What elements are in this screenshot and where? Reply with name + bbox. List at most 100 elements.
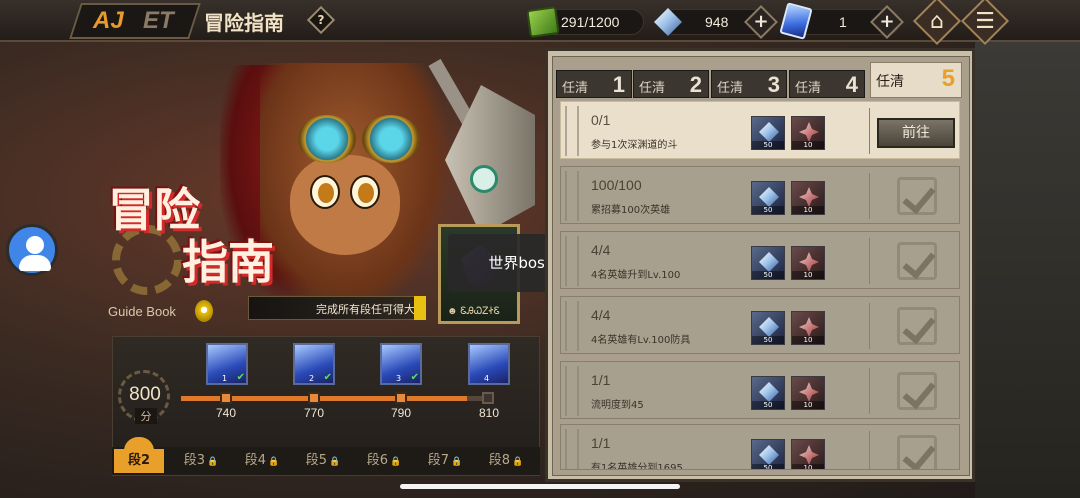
stage-tab[interactable]: 段2: [114, 449, 164, 473]
back-logo-part1: AJ: [93, 7, 124, 34]
quest-tab-label: 任清: [639, 81, 666, 96]
reward-qty: 50: [752, 336, 784, 344]
quest-row: 4/4 4名英雄升到Lv.100 50 10: [560, 231, 960, 289]
quest-description: 流明度到45: [591, 400, 644, 411]
quest-row: 1/1 流明度到45 50 10: [560, 361, 960, 419]
crystal-reward-icon[interactable]: 50: [751, 181, 785, 215]
stage-tab[interactable]: 段8 🔒: [481, 449, 531, 473]
row-decoration: [565, 171, 579, 221]
quest-tab-5[interactable]: 任清 5: [870, 62, 962, 98]
gear-reward-icon[interactable]: 10: [791, 181, 825, 215]
page-title: 冒险指南: [204, 11, 284, 35]
milestone-node: [308, 392, 320, 404]
milestone-reward-card[interactable]: 3 ✔: [380, 343, 422, 385]
back-button[interactable]: AJ ET: [69, 3, 201, 39]
lock-icon: 🔒: [451, 457, 463, 467]
crystal-reward-icon[interactable]: 50: [751, 439, 785, 469]
axe-emblem-icon: [470, 165, 498, 193]
quest-tab-3[interactable]: 任清 3: [711, 70, 787, 98]
score-value: 800: [129, 384, 161, 405]
milestone-reward-card[interactable]: 4: [468, 343, 510, 385]
stage-tab-label: 段6: [366, 453, 389, 468]
stage-tab-label: 段8: [488, 453, 511, 468]
claimed-check-icon: ✔: [323, 372, 332, 383]
gear-reward-icon[interactable]: 10: [791, 439, 825, 469]
quest-description: 累招募100次英雄: [591, 205, 671, 216]
milestone-reward-card[interactable]: 1 ✔: [206, 343, 248, 385]
stamina-value: 291/1200: [561, 14, 620, 30]
home-indicator[interactable]: [400, 484, 680, 489]
milestone-label: 810: [478, 406, 500, 420]
quest-tab-number: 3: [767, 72, 780, 97]
score-unit: 分: [135, 408, 157, 424]
completed-check-icon: [897, 307, 937, 345]
quest-progress: 4/4: [591, 307, 611, 323]
go-button[interactable]: 前往: [877, 118, 955, 148]
gear-reward-icon[interactable]: 10: [791, 116, 825, 150]
stage-tab[interactable]: 段6 🔒: [359, 449, 409, 473]
quest-tab-number: 5: [941, 65, 955, 92]
stage-tab[interactable]: 段4 🔒: [237, 449, 287, 473]
reward-qty: 50: [752, 401, 784, 409]
quest-row: 1/1 有1名英雄分到1695 50 10: [560, 424, 960, 470]
plus-icon: +: [753, 11, 769, 32]
milestone-reward-card[interactable]: 2 ✔: [293, 343, 335, 385]
crystal-reward-icon[interactable]: 50: [751, 311, 785, 345]
quest-description: 参与1次深渊道的斗: [591, 140, 678, 151]
quest-row: 4/4 4名英雄有Lv.100防具 50 10: [560, 296, 960, 354]
quest-description: 4名英雄有Lv.100防具: [591, 335, 691, 346]
reward-qty: 10: [792, 271, 824, 279]
logo-line-2: 指南: [182, 235, 274, 289]
user-avatar-icon[interactable]: [6, 224, 58, 276]
completed-check-icon: [897, 435, 937, 469]
quest-progress: 0/1: [591, 112, 611, 128]
back-logo-part2: ET: [143, 7, 174, 34]
row-decoration: [565, 301, 579, 351]
reward-qty: 10: [792, 336, 824, 344]
milestone-node: [395, 392, 407, 404]
row-divider: [869, 173, 870, 219]
goggle-right: [362, 115, 420, 163]
card-tag: 2: [309, 374, 315, 383]
gear-reward-icon[interactable]: 10: [791, 246, 825, 280]
milestone-node: [220, 392, 232, 404]
quest-tab-1[interactable]: 任清 1: [556, 70, 632, 98]
goggle-left: [298, 115, 356, 163]
stage-tab[interactable]: 段5 🔒: [298, 449, 348, 473]
quest-tab-2[interactable]: 任清 2: [633, 70, 709, 98]
stage-tab-label: 段5: [305, 453, 328, 468]
stage-tab[interactable]: 段3 🔒: [176, 449, 226, 473]
reward-qty: 10: [792, 141, 824, 149]
quest-progress: 1/1: [591, 372, 611, 388]
crystal-reward-icon[interactable]: 50: [751, 116, 785, 150]
card-tag: 1: [222, 374, 228, 383]
completed-check-icon: [897, 372, 937, 410]
reward-qty: 50: [752, 271, 784, 279]
stamina-cube-icon: [526, 6, 560, 38]
stage-tab[interactable]: 段7 🔒: [420, 449, 470, 473]
quest-description: 4名英雄升到Lv.100: [591, 270, 681, 281]
lock-icon: 🔒: [329, 457, 341, 467]
lock-icon: 🔒: [207, 457, 219, 467]
quest-progress: 4/4: [591, 242, 611, 258]
quest-tab-number: 2: [689, 72, 702, 97]
grand-reward-hint: 完成所有段任可得大: [248, 296, 426, 320]
crystal-reward-icon[interactable]: 50: [751, 376, 785, 410]
row-divider: [869, 303, 870, 349]
card-tag: 4: [484, 374, 490, 383]
quest-tab-4[interactable]: 任清 4: [789, 70, 865, 98]
reward-qty: 50: [752, 206, 784, 214]
reward-qty: 50: [752, 464, 784, 469]
avatar-body: [19, 255, 51, 271]
avatar-head: [26, 236, 44, 254]
background-right: [975, 40, 1080, 498]
crystal-value: 948: [705, 14, 729, 30]
row-decoration: [565, 106, 579, 156]
row-divider: [869, 368, 870, 414]
gear-reward-icon[interactable]: 10: [791, 311, 825, 345]
lock-icon: 🔒: [390, 457, 402, 467]
gear-reward-icon[interactable]: 10: [791, 376, 825, 410]
crystal-reward-icon[interactable]: 50: [751, 246, 785, 280]
quest-tab-number: 1: [612, 72, 625, 97]
lock-icon: 🔒: [512, 457, 524, 467]
